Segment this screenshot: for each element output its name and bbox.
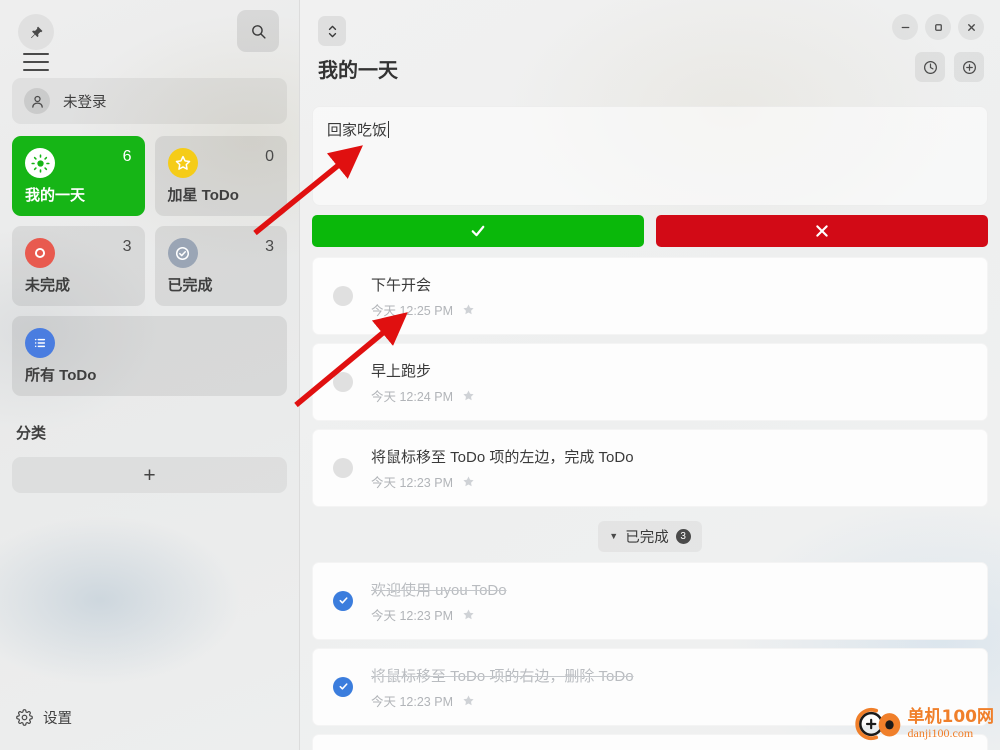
completed-label: 已完成 [625,529,669,546]
category-label: 所有 ToDo [25,367,97,384]
category-label: 加星 ToDo [167,187,239,204]
sidebar-item-my-day[interactable]: 6 我的一天 [12,136,145,216]
plus-icon: + [143,463,156,487]
category-label: 我的一天 [25,187,86,204]
todo-title: 早上跑步 [371,362,432,380]
todo-time: 今天 12:23 PM [371,694,453,709]
window-controls [892,14,984,40]
todo-meta: 今天 12:23 PM [371,472,475,491]
sidebar: 未登录 6 我的一天 0 加星 ToDo 3 未完成 3 已完成 所有 ToDo… [0,0,300,750]
todo-meta: 今天 12:24 PM [371,386,475,405]
close-button[interactable] [958,14,984,40]
todo-time: 今天 12:23 PM [371,608,453,623]
account-name: 未登录 [63,94,107,111]
todo-time: 今天 12:24 PM [371,389,453,404]
chevron-up-down-icon[interactable] [318,16,346,46]
plus-circle-icon[interactable] [954,52,984,82]
cross-icon [814,223,830,239]
chevron-down-icon: ▼ [609,530,619,541]
category-grid: 6 我的一天 0 加星 ToDo 3 未完成 3 已完成 所有 ToDo [12,136,287,396]
user-icon [24,88,50,114]
star-icon[interactable] [462,389,475,402]
titlebar [300,0,1000,48]
todo-item-completed[interactable]: 将鼠标移至 ToDo 项的右边，删除 ToDo 今天 12:23 PM [312,647,988,726]
sidebar-toolbar [12,0,287,78]
settings-label: 设置 [43,711,72,727]
confirm-button[interactable] [312,214,644,247]
star-icon[interactable] [462,608,475,621]
hamburger-icon[interactable] [23,53,49,71]
new-todo-text: 回家吃饭 [327,122,388,139]
list-icon [25,328,55,358]
category-count: 6 [122,148,132,165]
completed-toggle[interactable]: ▼ 已完成 3 [598,520,702,552]
sidebar-item-starred[interactable]: 0 加星 ToDo [154,136,287,216]
star-icon [167,148,198,178]
circle-icon [25,238,55,268]
sidebar-item-incomplete[interactable]: 3 未完成 [12,226,145,306]
completed-section-header: ▼ 已完成 3 [312,520,988,552]
todo-title: 将鼠标移至 ToDo 项的左边，完成 ToDo [371,448,634,466]
todo-item-completed[interactable]: 欢迎使用 uyou ToDo 今天 12:23 PM [312,561,988,640]
todo-item-completed-partial[interactable] [312,733,988,750]
sun-icon [25,148,55,178]
star-icon[interactable] [462,303,475,316]
pin-icon[interactable] [18,14,54,50]
header-actions [915,52,984,82]
star-icon[interactable] [462,694,475,707]
todo-checkbox-checked[interactable] [333,590,353,611]
add-category-button[interactable]: + [12,457,287,493]
category-label: 已完成 [167,277,213,294]
text-caret [388,121,390,138]
todo-time: 今天 12:23 PM [371,475,453,490]
todo-title: 将鼠标移至 ToDo 项的右边，删除 ToDo [371,667,634,685]
todo-list: 下午开会 今天 12:25 PM 早上跑步 今天 12:24 PM 将鼠标移至 … [300,247,1000,750]
todo-meta: 今天 12:25 PM [371,300,475,319]
composer-actions [312,214,988,247]
clock-icon[interactable] [915,52,945,82]
star-icon[interactable] [462,475,475,488]
main-panel: 我的一天 回家吃饭 下午开会 今天 12:25 PM 早上跑步 今天 12:24… [300,0,1000,750]
todo-checkbox-checked[interactable] [333,676,353,697]
todo-time: 今天 12:25 PM [371,303,453,318]
check-circle-icon [167,238,198,268]
account-row[interactable]: 未登录 [12,78,287,124]
settings-button[interactable]: 设置 [12,707,287,750]
maximize-button[interactable] [925,14,951,40]
sidebar-item-all-todo[interactable]: 所有 ToDo [12,316,287,396]
app-window: 未登录 6 我的一天 0 加星 ToDo 3 未完成 3 已完成 所有 ToDo… [0,0,1000,750]
completed-count-badge: 3 [675,528,691,544]
category-label: 未完成 [25,277,71,294]
todo-checkbox[interactable] [333,285,353,306]
section-title-categories: 分类 [16,425,47,442]
todo-title: 欢迎使用 uyou ToDo [371,581,507,599]
check-icon [469,222,487,240]
todo-item[interactable]: 将鼠标移至 ToDo 项的左边，完成 ToDo 今天 12:23 PM [312,428,988,507]
page-title: 我的一天 [318,60,398,82]
todo-item[interactable]: 下午开会 今天 12:25 PM [312,256,988,335]
minimize-button[interactable] [892,14,918,40]
category-count: 3 [122,238,132,255]
gear-icon [16,709,33,726]
category-count: 0 [265,148,274,165]
todo-checkbox[interactable] [333,457,353,478]
todo-meta: 今天 12:23 PM [371,691,475,710]
cancel-button[interactable] [656,214,988,247]
todo-checkbox[interactable] [333,371,353,392]
sidebar-item-completed[interactable]: 3 已完成 [154,226,287,306]
todo-title: 下午开会 [371,276,432,294]
search-icon[interactable] [237,10,279,52]
todo-meta: 今天 12:23 PM [371,605,475,624]
category-count: 3 [265,238,274,255]
page-header: 我的一天 [300,48,1000,98]
new-todo-input[interactable]: 回家吃饭 [312,106,988,206]
todo-item[interactable]: 早上跑步 今天 12:24 PM [312,342,988,421]
